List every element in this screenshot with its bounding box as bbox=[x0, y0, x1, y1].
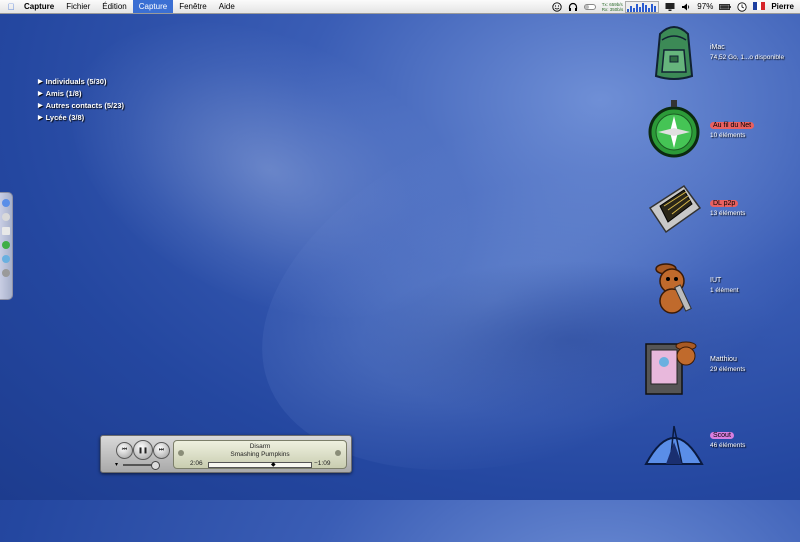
desktop-item-imac[interactable]: iMac 74,52 Go, 1...o disponible bbox=[642, 20, 792, 88]
clock-icon[interactable] bbox=[737, 1, 747, 12]
finder-icon[interactable] bbox=[2, 199, 10, 207]
dock bbox=[0, 192, 13, 300]
progress-bar[interactable]: ◆ bbox=[208, 462, 312, 468]
group-label: Autres contacts (5/23) bbox=[45, 101, 124, 110]
desktop-item-info: 46 éléments bbox=[710, 442, 746, 449]
group-label: Individuals (5/30) bbox=[45, 77, 107, 86]
desktop-item-info: 10 éléments bbox=[710, 132, 746, 139]
menu-extras: Tx: 659b/s Rx: 350b/s 97% Pierre bbox=[552, 0, 800, 13]
battery-icon[interactable] bbox=[719, 2, 732, 12]
battery-level[interactable]: 97% bbox=[697, 2, 713, 11]
menu-fenetre[interactable]: Fenêtre bbox=[173, 0, 213, 13]
menu-bar:  Capture Fichier Édition Capture Fenêtr… bbox=[0, 0, 800, 14]
compass-icon bbox=[642, 98, 706, 162]
net-rx-value: 350b/s bbox=[609, 6, 624, 12]
remaining-time: −1:09 bbox=[314, 460, 331, 467]
volume-slider[interactable]: ▾ bbox=[115, 461, 167, 470]
menu-edition[interactable]: Édition bbox=[96, 0, 132, 13]
elapsed-time: 2:06 bbox=[190, 460, 203, 467]
disclosure-triangle-icon[interactable]: ▶ bbox=[38, 112, 43, 124]
network-graph bbox=[625, 0, 660, 13]
desktop-item-name: Scout bbox=[710, 432, 734, 439]
desktop-item-au-fil-du-net[interactable]: Au fil du Net 10 éléments bbox=[642, 98, 792, 166]
chip-icon bbox=[642, 178, 706, 242]
mail-icon[interactable] bbox=[2, 213, 10, 221]
pause-button[interactable]: ❚❚ bbox=[133, 440, 153, 460]
calendar-icon[interactable] bbox=[2, 227, 10, 235]
desktop-item-info: 13 éléments bbox=[710, 210, 746, 217]
desktop-item-info: 1 élément bbox=[710, 287, 739, 294]
safari-icon[interactable] bbox=[2, 255, 10, 263]
desktop-item-name: Matthiou bbox=[710, 356, 737, 363]
disclosure-triangle-icon[interactable]: ▶ bbox=[38, 76, 43, 88]
menu-fichier[interactable]: Fichier bbox=[60, 0, 96, 13]
gear-icon[interactable] bbox=[2, 269, 10, 277]
smiley-icon[interactable] bbox=[552, 1, 562, 12]
itunes-icon[interactable] bbox=[2, 241, 10, 249]
playhead-icon[interactable]: ◆ bbox=[271, 461, 276, 468]
disclosure-triangle-icon[interactable]: ▶ bbox=[38, 88, 43, 100]
group-amis[interactable]: ▶ Amis (1/8) bbox=[38, 88, 124, 100]
tent-icon bbox=[642, 414, 706, 478]
contact-groups: ▶ Individuals (5/30) ▶ Amis (1/8) ▶ Autres … bbox=[38, 76, 124, 124]
desktop-item-name: DL p2p bbox=[710, 200, 739, 207]
group-label: Amis (1/8) bbox=[45, 89, 82, 98]
menu-aide[interactable]: Aide bbox=[213, 0, 241, 13]
itunes-mini-player: ⏮ ❚❚ ⏭ ▾ Disarm Smashing Pumpkins 2:06 ◆… bbox=[100, 435, 352, 473]
desktop-item-dl-p2p[interactable]: DL p2p 13 éléments bbox=[642, 178, 792, 246]
toggle-icon[interactable] bbox=[583, 2, 596, 12]
group-label: Lycée (3/8) bbox=[45, 113, 85, 122]
volume-knob[interactable] bbox=[151, 461, 160, 470]
next-track-button[interactable]: ⏭ bbox=[153, 442, 170, 459]
song-title: Disarm bbox=[249, 443, 271, 450]
group-autres-contacts[interactable]: ▶ Autres contacts (5/23) bbox=[38, 100, 124, 112]
desktop-item-info: 29 éléments bbox=[710, 366, 746, 373]
headphones-icon[interactable] bbox=[568, 2, 578, 12]
user-menu[interactable]: Pierre bbox=[771, 2, 794, 11]
french-flag-icon[interactable] bbox=[753, 1, 766, 12]
volume-icon[interactable] bbox=[681, 2, 691, 12]
net-rx-label: Rx bbox=[601, 6, 608, 12]
group-individuals[interactable]: ▶ Individuals (5/30) bbox=[38, 76, 124, 88]
net-rx-row: Rx: 350b/s bbox=[601, 6, 624, 12]
apple-menu-icon[interactable]:  bbox=[4, 2, 18, 12]
now-playing-display: Disarm Smashing Pumpkins 2:06 ◆ −1:09 bbox=[173, 440, 347, 469]
volume-low-icon: ▾ bbox=[115, 462, 119, 468]
display-icon[interactable] bbox=[665, 2, 675, 12]
group-lycee[interactable]: ▶ Lycée (3/8) bbox=[38, 112, 124, 124]
desktop-item-iut[interactable]: IUT 1 élément bbox=[642, 255, 792, 323]
artist-name: Smashing Pumpkins bbox=[230, 451, 290, 458]
desktop-item-name: IUT bbox=[710, 277, 722, 284]
rabbit-clipboard-icon bbox=[642, 334, 706, 398]
menu-app-capture[interactable]: Capture bbox=[18, 0, 60, 13]
backpack-icon bbox=[642, 20, 706, 84]
menu-capture[interactable]: Capture bbox=[132, 0, 174, 13]
desktop-item-name: Au fil du Net bbox=[710, 122, 755, 129]
desktop-item-scout[interactable]: Scout 46 éléments bbox=[642, 414, 792, 482]
network-monitor[interactable]: Tx: 659b/s Rx: 350b/s bbox=[602, 0, 660, 13]
rabbit-wrench-icon bbox=[642, 255, 706, 319]
disclosure-triangle-icon[interactable]: ▶ bbox=[38, 100, 43, 112]
network-rates: Tx: 659b/s Rx: 350b/s bbox=[602, 2, 624, 12]
desktop-item-name: iMac bbox=[710, 44, 725, 51]
desktop-item-matthiou[interactable]: Matthiou 29 éléments bbox=[642, 334, 792, 402]
previous-track-button[interactable]: ⏮ bbox=[116, 442, 133, 459]
desktop-item-info: 74,52 Go, 1...o disponible bbox=[710, 54, 785, 61]
